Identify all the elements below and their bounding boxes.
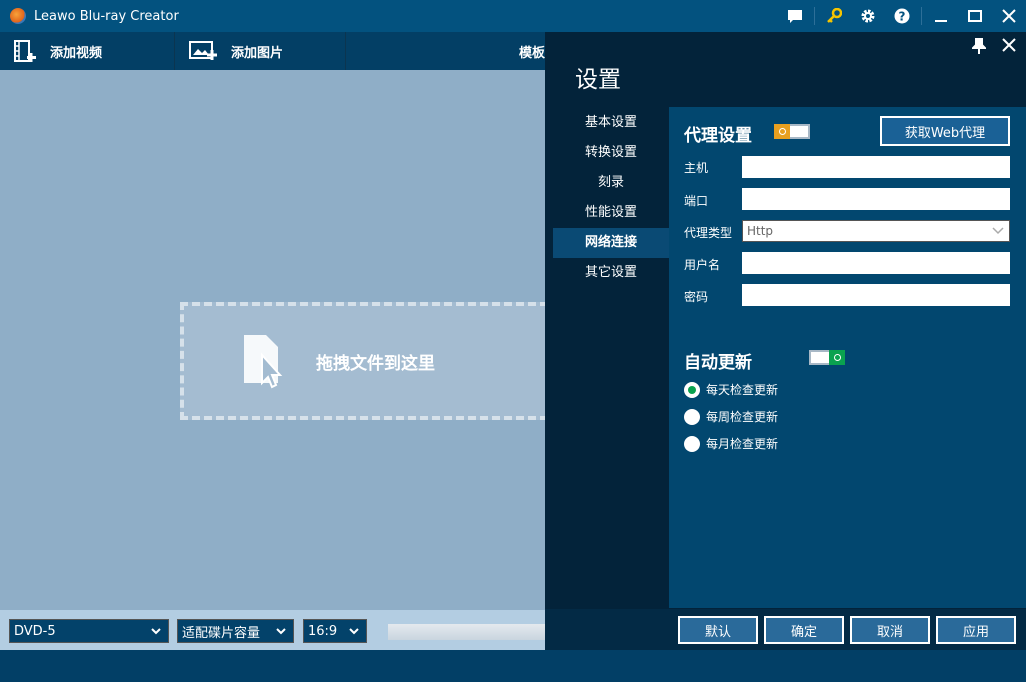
port-label: 端口 — [684, 194, 709, 208]
port-input[interactable] — [742, 188, 1010, 210]
add-video-button[interactable]: 添加视频 — [0, 32, 175, 70]
divider — [921, 7, 922, 25]
radio-daily[interactable]: 每天检查更新 — [684, 381, 778, 398]
radio-label: 每月检查更新 — [706, 437, 779, 451]
radio-icon — [684, 408, 700, 425]
radio-label: 每天检查更新 — [706, 383, 779, 397]
settings-panel: 设置 基本设置 转换设置 刻录 性能设置 网络连接 其它设置 代理设置 获取We… — [545, 32, 1026, 650]
radio-selected-icon — [684, 381, 700, 398]
chevron-down-icon — [992, 227, 1004, 235]
username-label: 用户名 — [684, 258, 721, 272]
get-web-proxy-button[interactable]: 获取Web代理 — [880, 116, 1010, 146]
radio-icon — [684, 435, 700, 452]
disc-type-select[interactable]: DVD-5 — [9, 619, 169, 643]
settings-nav: 基本设置 转换设置 刻录 性能设置 网络连接 其它设置 — [553, 108, 669, 288]
add-video-label: 添加视频 — [50, 45, 103, 61]
film-add-icon — [14, 40, 36, 62]
password-input[interactable] — [742, 284, 1010, 306]
radio-weekly[interactable]: 每周检查更新 — [684, 408, 778, 425]
cancel-button[interactable]: 取消 — [850, 616, 930, 644]
drop-zone-text: 拖拽文件到这里 — [316, 353, 435, 374]
disc-type-value: DVD-5 — [14, 623, 56, 639]
nav-performance[interactable]: 性能设置 — [553, 198, 669, 228]
template-tab[interactable]: 模板 — [346, 32, 545, 70]
password-label: 密码 — [684, 290, 709, 304]
add-image-button[interactable]: 添加图片 — [175, 32, 346, 70]
bottom-bar: DVD-5 适配碟片容量 16:9 — [0, 610, 548, 650]
nav-convert[interactable]: 转换设置 — [553, 138, 669, 168]
close-icon[interactable] — [992, 0, 1026, 32]
nav-basic[interactable]: 基本设置 — [553, 108, 669, 138]
host-label: 主机 — [684, 161, 709, 175]
close-icon[interactable] — [1002, 38, 1016, 52]
capacity-bar — [388, 624, 548, 640]
proxy-toggle[interactable] — [774, 124, 810, 139]
help-icon[interactable]: ? — [885, 0, 919, 32]
add-image-label: 添加图片 — [231, 45, 284, 61]
auto-update-toggle[interactable] — [809, 350, 845, 365]
chevron-down-icon — [349, 628, 359, 635]
drop-zone[interactable]: 拖拽文件到这里 — [180, 302, 560, 420]
proxy-type-label: 代理类型 — [684, 226, 733, 240]
proxy-type-value: Http — [747, 224, 774, 238]
app-logo-icon — [10, 8, 26, 24]
radio-label: 每周检查更新 — [706, 410, 779, 424]
main-area: 拖拽文件到这里 — [0, 70, 560, 610]
fit-mode-select[interactable]: 适配碟片容量 — [177, 619, 294, 643]
gear-icon[interactable] — [851, 0, 885, 32]
image-add-icon — [189, 41, 217, 60]
pin-icon[interactable] — [972, 38, 986, 54]
apply-button[interactable]: 应用 — [936, 616, 1016, 644]
settings-footer: 默认 确定 取消 应用 — [545, 609, 1026, 650]
fit-mode-value: 适配碟片容量 — [182, 625, 261, 641]
proxy-heading: 代理设置 — [684, 126, 752, 146]
status-bar — [0, 650, 1026, 682]
svg-text:?: ? — [899, 10, 906, 24]
toolbar: 添加视频 添加图片 模板 — [0, 32, 545, 70]
aspect-ratio-value: 16:9 — [308, 623, 338, 639]
auto-update-heading: 自动更新 — [684, 353, 752, 373]
feedback-icon[interactable] — [778, 0, 812, 32]
settings-title: 设置 — [575, 67, 621, 93]
nav-other[interactable]: 其它设置 — [553, 258, 669, 288]
title-bar: Leawo Blu-ray Creator ? — [0, 0, 1026, 32]
file-drop-icon — [244, 335, 283, 389]
username-input[interactable] — [742, 252, 1010, 274]
key-icon[interactable] — [817, 0, 851, 32]
ok-button[interactable]: 确定 — [764, 616, 844, 644]
divider — [814, 7, 815, 25]
host-input[interactable] — [742, 156, 1010, 178]
nav-burn[interactable]: 刻录 — [553, 168, 669, 198]
default-button[interactable]: 默认 — [678, 616, 758, 644]
network-settings: 代理设置 获取Web代理 主机 端口 代理类型 Http 用户名 密码 自动更新… — [669, 107, 1026, 608]
chevron-down-icon — [276, 628, 286, 635]
radio-monthly[interactable]: 每月检查更新 — [684, 435, 778, 452]
app-title: Leawo Blu-ray Creator — [34, 8, 179, 24]
minimize-icon[interactable] — [924, 0, 958, 32]
maximize-icon[interactable] — [958, 0, 992, 32]
template-label: 模板 — [518, 45, 545, 61]
chevron-down-icon — [151, 628, 161, 635]
proxy-type-select[interactable]: Http — [742, 220, 1010, 242]
nav-network[interactable]: 网络连接 — [553, 228, 669, 258]
aspect-ratio-select[interactable]: 16:9 — [303, 619, 367, 643]
